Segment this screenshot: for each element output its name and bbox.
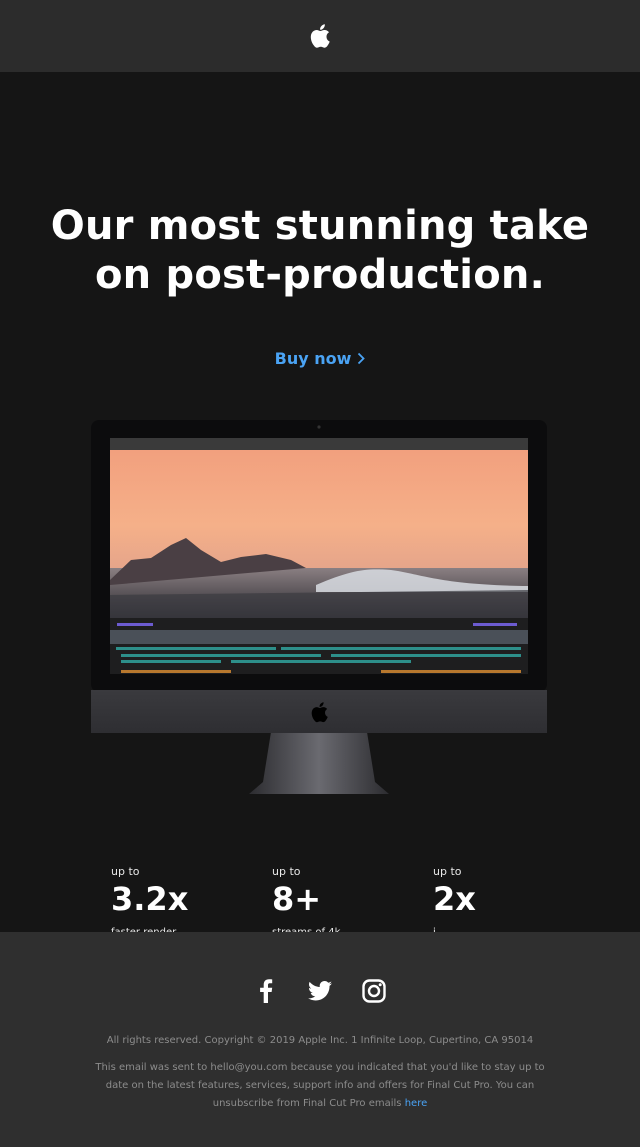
- instagram-icon[interactable]: [359, 976, 389, 1006]
- headline-line-1: Our most stunning take: [50, 203, 590, 249]
- imac-product-image: [91, 420, 547, 794]
- stat-prefix: up to: [111, 865, 140, 878]
- legal-body: This email was sent to hello@you.com bec…: [95, 1062, 545, 1109]
- headline: Our most stunning take on post-productio…: [0, 202, 640, 300]
- buy-now-label: Buy now: [274, 349, 352, 368]
- facebook-icon[interactable]: [251, 976, 281, 1006]
- buy-now-link[interactable]: Buy now: [0, 349, 640, 369]
- stat-render: up to 3.2x faster render: [111, 865, 207, 953]
- copyright-text: All rights reserved. Copyright © 2019 Ap…: [106, 1035, 534, 1046]
- legal-text: This email was sent to hello@you.com bec…: [86, 1059, 554, 1113]
- twitter-icon[interactable]: [305, 976, 335, 1006]
- email-footer: All rights reserved. Copyright © 2019 Ap…: [0, 932, 640, 1147]
- unsubscribe-link[interactable]: here: [405, 1098, 428, 1109]
- email-header: [0, 0, 640, 72]
- stat-prefix: up to: [433, 865, 462, 878]
- stat-value: 8+: [272, 880, 322, 918]
- stat-third: up to 2x i: [433, 865, 529, 953]
- social-links: [0, 976, 640, 1006]
- stat-prefix: up to: [272, 865, 301, 878]
- hero-section: Our most stunning take on post-productio…: [0, 72, 640, 953]
- stat-value: 2x: [433, 880, 476, 918]
- apple-logo-icon[interactable]: [310, 24, 330, 48]
- chevron-right-icon: [357, 350, 366, 369]
- stat-value: 3.2x: [111, 880, 189, 918]
- headline-line-2: on post-production.: [95, 252, 545, 298]
